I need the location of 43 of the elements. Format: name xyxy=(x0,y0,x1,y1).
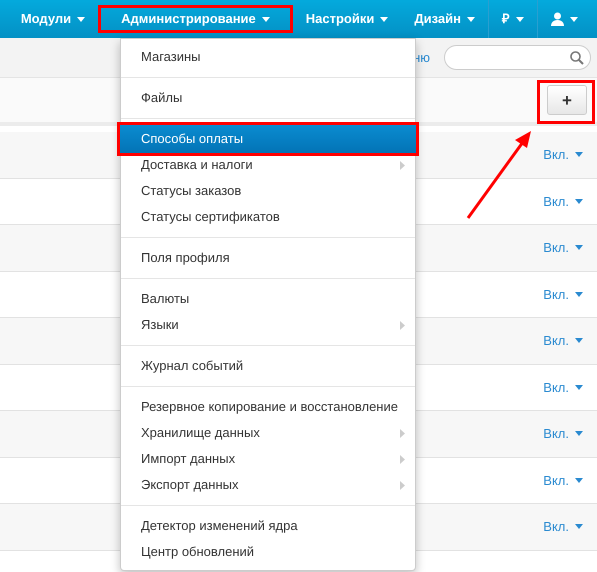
caret-icon xyxy=(575,245,583,250)
caret-icon xyxy=(467,16,475,22)
submenu-arrow-icon xyxy=(400,320,405,330)
status-dropdown[interactable]: Вкл. xyxy=(543,470,583,490)
menu-item[interactable]: Магазины xyxy=(121,44,415,70)
caret-icon xyxy=(516,16,524,22)
menu-item[interactable]: Поля профиля xyxy=(121,245,415,271)
menu-item[interactable]: Языки xyxy=(121,312,415,338)
submenu-arrow-icon xyxy=(400,428,405,438)
menu-item[interactable]: Статусы заказов xyxy=(121,178,415,204)
status-dropdown[interactable]: Вкл. xyxy=(543,378,583,397)
caret-icon xyxy=(77,16,86,22)
caret-icon xyxy=(575,524,583,530)
add-button[interactable]: + xyxy=(547,85,587,115)
search-field[interactable] xyxy=(444,45,591,70)
menu-item[interactable]: Центр обновлений xyxy=(121,539,415,565)
submenu-arrow-icon xyxy=(400,480,405,490)
caret-icon xyxy=(575,292,583,297)
caret-icon xyxy=(575,431,583,436)
caret-icon xyxy=(380,16,388,22)
menu-item[interactable]: Импорт данных xyxy=(121,446,415,472)
submenu-arrow-icon xyxy=(400,160,405,170)
menu-item[interactable]: Хранилище данных xyxy=(121,420,415,446)
menu-item[interactable]: Резервное копирование и восстановление xyxy=(121,394,415,420)
caret-icon xyxy=(575,338,583,344)
caret-icon xyxy=(262,16,270,22)
status-dropdown[interactable]: Вкл. xyxy=(543,192,583,211)
status-dropdown[interactable]: Вкл. xyxy=(543,284,583,304)
caret-icon xyxy=(575,478,583,483)
caret-icon xyxy=(575,198,583,204)
menu-item[interactable]: Экспорт данных xyxy=(121,472,415,498)
menu-item[interactable]: Статусы сертификатов xyxy=(121,204,415,230)
user-icon xyxy=(551,12,564,26)
menu-item[interactable]: Валюты xyxy=(121,286,415,312)
search-icon xyxy=(570,50,584,64)
caret-icon xyxy=(575,384,583,390)
menu-item[interactable]: Способы оплаты xyxy=(117,122,419,156)
submenu-arrow-icon xyxy=(400,454,405,464)
menu-item[interactable]: Детектор изменений ядра xyxy=(121,513,415,539)
menu-item[interactable]: Журнал событий xyxy=(121,353,415,379)
menu-item[interactable]: Файлы xyxy=(121,85,415,111)
caret-icon xyxy=(570,16,578,22)
caret-icon xyxy=(575,152,583,158)
